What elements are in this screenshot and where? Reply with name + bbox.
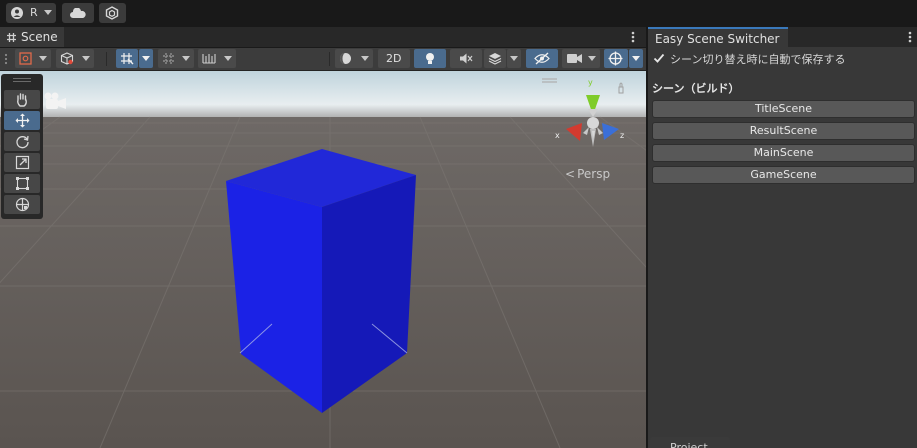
transform-tool[interactable] xyxy=(4,195,40,214)
increment-snap-icon xyxy=(162,52,176,65)
grid-snap-dropdown[interactable] xyxy=(139,49,153,68)
account-icon xyxy=(11,7,23,19)
checkmark-icon xyxy=(653,53,665,63)
rotate-icon xyxy=(15,134,30,149)
chevron-down-icon xyxy=(224,56,232,61)
cloud-button[interactable] xyxy=(62,3,94,23)
scene-button-game[interactable]: GameScene xyxy=(652,166,915,184)
grid-icon xyxy=(6,32,17,43)
chevron-down-icon xyxy=(182,56,190,61)
gizmo-y-label: y xyxy=(588,78,593,87)
gizmo-x-label: x xyxy=(555,131,560,140)
cube-visibility-icon xyxy=(60,52,74,65)
project-tab-label: Project xyxy=(670,441,708,448)
tab-easy-scene-switcher[interactable]: Easy Scene Switcher xyxy=(648,27,788,47)
shading-mode-dropdown[interactable] xyxy=(335,49,373,68)
chevron-down-icon xyxy=(82,56,90,61)
chevron-down-icon xyxy=(361,56,369,61)
scale-icon xyxy=(15,155,30,170)
transform-icon xyxy=(15,197,30,212)
account-dropdown[interactable]: R xyxy=(6,3,56,23)
gizmo-z-label: z xyxy=(620,131,625,140)
more-options-icon[interactable] xyxy=(908,31,912,43)
scene-button-title[interactable]: TitleScene xyxy=(652,100,915,118)
audio-mute-icon xyxy=(459,52,473,65)
build-scenes-title: シーン（ビルド） xyxy=(652,82,740,95)
persp-chevron-icon: < xyxy=(565,167,576,181)
ruler-dropdown[interactable] xyxy=(198,49,236,68)
gizmos-dropdown[interactable] xyxy=(629,49,643,68)
hand-tool[interactable] xyxy=(4,90,40,109)
account-label: R xyxy=(30,6,38,19)
shading-sphere-icon xyxy=(339,52,352,65)
eye-slash-icon xyxy=(534,52,550,65)
scene-tab-bar: Scene xyxy=(0,27,646,48)
layers-icon xyxy=(488,52,502,65)
overlay-handle[interactable] xyxy=(13,81,31,82)
scene-panel: Scene 2D x y z xyxy=(0,27,646,448)
increment-snap-dropdown[interactable] xyxy=(158,49,194,68)
chevron-down-icon xyxy=(142,56,150,61)
rotate-tool[interactable] xyxy=(4,132,40,151)
chevron-down-icon xyxy=(39,56,47,61)
scene-visibility-dropdown[interactable] xyxy=(56,49,94,68)
sky xyxy=(0,71,646,119)
grid-snap-icon xyxy=(120,52,134,65)
effects-dropdown[interactable] xyxy=(507,49,521,68)
scene-viewport[interactable]: x y z xyxy=(0,71,646,448)
move-tool[interactable] xyxy=(4,111,40,130)
scene-button-result[interactable]: ResultScene xyxy=(652,122,915,140)
ruler-icon xyxy=(202,52,216,65)
camera-settings-dropdown[interactable] xyxy=(562,49,600,68)
scale-tool[interactable] xyxy=(4,153,40,172)
tools-overlay xyxy=(1,74,43,219)
rect-tool[interactable] xyxy=(4,174,40,193)
draw-mode-icon xyxy=(19,52,32,65)
audio-toggle[interactable] xyxy=(450,49,482,68)
collab-button[interactable] xyxy=(99,3,126,23)
draw-mode-dropdown[interactable] xyxy=(15,49,51,68)
toolbar-divider xyxy=(329,52,330,66)
easy-scene-switcher-panel: Easy Scene Switcher シーン切り替え時に自動で保存する シーン… xyxy=(648,27,917,448)
overlay-handle[interactable] xyxy=(13,78,31,79)
rect-transform-icon xyxy=(15,176,30,191)
tab-scene[interactable]: Scene xyxy=(0,27,64,47)
lighting-toggle[interactable] xyxy=(414,49,446,68)
lightbulb-icon xyxy=(424,52,436,65)
persp-label: Persp xyxy=(577,167,611,181)
gizmos-toggle[interactable] xyxy=(604,49,628,68)
toolbar-divider xyxy=(106,52,107,66)
scene-button-main[interactable]: MainScene xyxy=(652,144,915,162)
chevron-down-icon xyxy=(632,56,640,61)
scene-tab-label: Scene xyxy=(21,30,58,44)
chevron-down-icon xyxy=(588,56,596,61)
cloud-icon xyxy=(70,8,86,18)
more-options-icon[interactable] xyxy=(631,31,635,43)
camera-icon xyxy=(567,53,582,64)
projection-toggle[interactable]: < Persp xyxy=(565,167,610,181)
chevron-down-icon xyxy=(510,56,518,61)
2d-mode-toggle[interactable]: 2D xyxy=(378,49,410,68)
ess-tab-bar: Easy Scene Switcher xyxy=(648,27,917,47)
chevron-down-icon xyxy=(44,10,52,15)
hidden-objects-toggle[interactable] xyxy=(526,49,558,68)
hand-icon xyxy=(15,92,29,107)
grid-snap-toggle[interactable] xyxy=(116,49,138,68)
drag-handle-icon xyxy=(4,53,8,65)
top-toolbar: R xyxy=(0,0,917,27)
ess-tab-label: Easy Scene Switcher xyxy=(655,32,780,46)
effects-toggle[interactable] xyxy=(484,49,506,68)
autosave-label: シーン切り替え時に自動で保存する xyxy=(670,53,846,66)
2d-mode-label: 2D xyxy=(386,52,402,65)
scene-toolbar: 2D xyxy=(0,48,646,71)
autosave-checkbox[interactable] xyxy=(653,52,665,64)
gizmos-icon xyxy=(608,51,623,66)
move-arrows-icon xyxy=(15,113,30,128)
collab-icon xyxy=(105,6,119,20)
